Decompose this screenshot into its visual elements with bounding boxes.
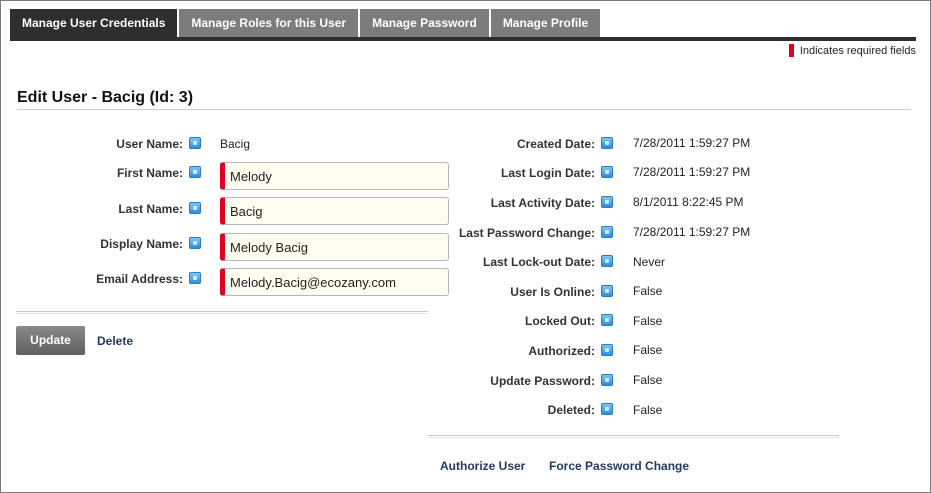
help-icon[interactable] [189,272,201,284]
update-password-label: Update Password: [490,374,595,388]
tab-manage-roles[interactable]: Manage Roles for this User [179,9,359,37]
last-password-change-value: 7/28/2011 1:59:27 PM [633,225,751,239]
tab-bar: Manage User Credentials Manage Roles for… [10,9,602,37]
tab-manage-user-credentials[interactable]: Manage User Credentials [10,9,178,37]
last-lockout-date-value: Never [633,255,666,269]
locked-out-label: Locked Out: [524,314,595,328]
last-lockout-date-label: Last Lock-out Date: [482,255,595,269]
update-password-value: False [633,373,663,387]
last-activity-date-value: 8/1/2011 8:22:45 PM [633,195,744,209]
left-divider [16,311,428,314]
help-icon[interactable] [601,403,613,415]
deleted-value: False [633,403,663,417]
help-icon[interactable] [601,137,613,149]
help-icon[interactable] [601,285,613,297]
update-button[interactable]: Update [16,326,85,355]
user-name-value: Bacig [220,137,251,151]
last-login-date-value: 7/28/2011 1:59:27 PM [633,165,751,179]
display-name-label: Display Name: [100,237,183,251]
last-name-field[interactable] [220,197,449,225]
tab-manage-profile[interactable]: Manage Profile [490,9,601,37]
force-password-change-link[interactable]: Force Password Change [549,459,689,473]
first-name-field[interactable] [220,162,449,190]
required-note-text: Indicates required fields [799,44,916,57]
user-edit-panel: Manage User Credentials Manage Roles for… [0,0,931,493]
last-login-date-label: Last Login Date: [500,166,595,180]
help-icon[interactable] [189,166,201,178]
display-name-field[interactable] [220,233,449,261]
email-address-label: Email Address: [96,272,183,286]
user-is-online-label: User Is Online: [510,285,595,299]
help-icon[interactable] [189,237,201,249]
help-icon[interactable] [189,137,201,149]
required-fields-note: Indicates required fields [788,44,916,57]
last-name-label: Last Name: [118,202,183,216]
help-icon[interactable] [601,166,613,178]
help-icon[interactable] [601,314,613,326]
right-divider [428,435,839,438]
help-icon[interactable] [601,226,613,238]
help-icon[interactable] [601,374,613,386]
email-field[interactable] [220,268,449,296]
required-marker-icon [788,44,794,57]
locked-out-value: False [633,314,663,328]
created-date-value: 7/28/2011 1:59:27 PM [633,136,751,150]
user-is-online-value: False [633,284,663,298]
help-icon[interactable] [601,344,613,356]
last-password-change-label: Last Password Change: [458,226,595,240]
tab-underline [10,37,916,41]
user-name-label: User Name: [116,137,183,151]
tab-manage-password[interactable]: Manage Password [360,9,489,37]
page-title: Edit User - Bacig (Id: 3) [17,89,194,106]
authorized-label: Authorized: [528,344,595,358]
help-icon[interactable] [189,202,201,214]
title-divider [17,109,911,110]
help-icon[interactable] [601,196,613,208]
first-name-label: First Name: [116,166,183,180]
created-date-label: Created Date: [516,137,595,151]
deleted-label: Deleted: [547,403,595,417]
help-icon[interactable] [601,255,613,267]
delete-link[interactable]: Delete [97,334,133,348]
authorize-user-link[interactable]: Authorize User [440,459,525,473]
authorized-value: False [633,343,663,357]
last-activity-date-label: Last Activity Date: [490,196,595,210]
